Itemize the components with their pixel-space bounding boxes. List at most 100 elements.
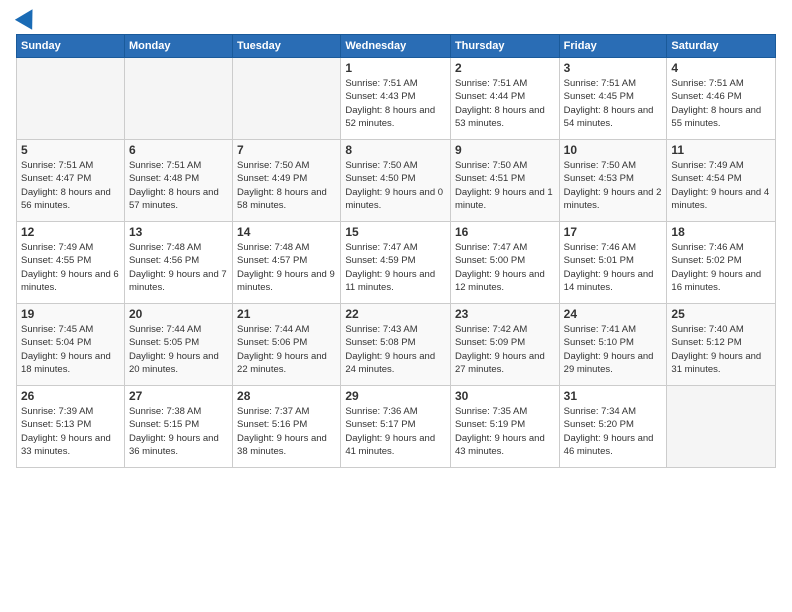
calendar-cell: 27 Sunrise: 7:38 AMSunset: 5:15 PMDayligh… (124, 386, 232, 468)
day-number: 19 (21, 307, 120, 321)
col-header-friday: Friday (559, 35, 667, 58)
day-info: Sunrise: 7:48 AMSunset: 4:56 PMDaylight:… (129, 241, 228, 294)
calendar-cell: 17Sunrise: 7:46 AMSunset: 5:01 PMDayligh… (559, 222, 667, 304)
day-info: Sunrise: 7:34 AMSunset: 5:20 PMDaylight:… (564, 405, 663, 458)
day-number: 16 (455, 225, 555, 239)
day-info: Sunrise: 7:40 AMSunset: 5:12 PMDaylight:… (671, 323, 771, 376)
day-number: 30 (455, 389, 555, 403)
calendar-cell: 19Sunrise: 7:45 AMSunset: 5:04 PMDayligh… (17, 304, 125, 386)
day-number: 12 (21, 225, 120, 239)
day-info: Sunrise: 7:35 AMSunset: 5:19 PMDaylight:… (455, 405, 555, 458)
calendar-cell: 29 Sunrise: 7:36 AMSunset: 5:17 PMDayligh… (341, 386, 451, 468)
col-header-tuesday: Tuesday (233, 35, 341, 58)
day-info: Sunrise: 7:43 AMSunset: 5:08 PMDaylight:… (345, 323, 446, 376)
day-info: Sunrise: 7:47 AMSunset: 4:59 PMDaylight:… (345, 241, 446, 294)
calendar-cell: 22 Sunrise: 7:43 AMSunset: 5:08 PMDayligh… (341, 304, 451, 386)
day-info: Sunrise: 7:47 AMSunset: 5:00 PMDaylight:… (455, 241, 555, 294)
calendar-cell (17, 58, 125, 140)
day-info: Sunrise: 7:50 AMSunset: 4:50 PMDaylight:… (345, 159, 446, 212)
day-number: 25 (671, 307, 771, 321)
col-header-sunday: Sunday (17, 35, 125, 58)
day-info: Sunrise: 7:38 AMSunset: 5:15 PMDaylight:… (129, 405, 228, 458)
calendar-cell: 4 Sunrise: 7:51 AMSunset: 4:46 PMDaylight… (667, 58, 776, 140)
col-header-thursday: Thursday (450, 35, 559, 58)
day-number: 14 (237, 225, 336, 239)
calendar-cell: 12Sunrise: 7:49 AMSunset: 4:55 PMDayligh… (17, 222, 125, 304)
day-number: 13 (129, 225, 228, 239)
calendar-cell: 14Sunrise: 7:48 AMSunset: 4:57 PMDayligh… (233, 222, 341, 304)
calendar-header-row: SundayMondayTuesdayWednesdayThursdayFrid… (17, 35, 776, 58)
calendar-cell: 7 Sunrise: 7:50 AMSunset: 4:49 PMDaylight… (233, 140, 341, 222)
calendar: SundayMondayTuesdayWednesdayThursdayFrid… (16, 34, 776, 468)
calendar-cell: 16 Sunrise: 7:47 AMSunset: 5:00 PMDayligh… (450, 222, 559, 304)
calendar-cell (667, 386, 776, 468)
day-number: 8 (345, 143, 446, 157)
day-info: Sunrise: 7:37 AMSunset: 5:16 PMDaylight:… (237, 405, 336, 458)
day-number: 31 (564, 389, 663, 403)
calendar-cell: 30 Sunrise: 7:35 AMSunset: 5:19 PMDayligh… (450, 386, 559, 468)
day-number: 2 (455, 61, 555, 75)
day-number: 10 (564, 143, 663, 157)
calendar-cell: 15 Sunrise: 7:47 AMSunset: 4:59 PMDayligh… (341, 222, 451, 304)
day-info: Sunrise: 7:51 AMSunset: 4:43 PMDaylight:… (345, 77, 446, 130)
day-info: Sunrise: 7:50 AMSunset: 4:51 PMDaylight:… (455, 159, 555, 212)
week-row-5: 26Sunrise: 7:39 AMSunset: 5:13 PMDayligh… (17, 386, 776, 468)
calendar-cell: 13 Sunrise: 7:48 AMSunset: 4:56 PMDayligh… (124, 222, 232, 304)
col-header-saturday: Saturday (667, 35, 776, 58)
week-row-2: 5 Sunrise: 7:51 AMSunset: 4:47 PMDaylight… (17, 140, 776, 222)
calendar-cell: 20 Sunrise: 7:44 AMSunset: 5:05 PMDayligh… (124, 304, 232, 386)
day-info: Sunrise: 7:39 AMSunset: 5:13 PMDaylight:… (21, 405, 120, 458)
calendar-cell: 23Sunrise: 7:42 AMSunset: 5:09 PMDayligh… (450, 304, 559, 386)
header (16, 12, 776, 26)
calendar-cell: 8 Sunrise: 7:50 AMSunset: 4:50 PMDaylight… (341, 140, 451, 222)
day-number: 29 (345, 389, 446, 403)
calendar-cell: 21Sunrise: 7:44 AMSunset: 5:06 PMDayligh… (233, 304, 341, 386)
day-info: Sunrise: 7:46 AMSunset: 5:01 PMDaylight:… (564, 241, 663, 294)
calendar-cell: 1 Sunrise: 7:51 AMSunset: 4:43 PMDaylight… (341, 58, 451, 140)
day-number: 28 (237, 389, 336, 403)
day-number: 4 (671, 61, 771, 75)
day-number: 24 (564, 307, 663, 321)
day-number: 22 (345, 307, 446, 321)
day-number: 5 (21, 143, 120, 157)
calendar-cell: 6 Sunrise: 7:51 AMSunset: 4:48 PMDaylight… (124, 140, 232, 222)
calendar-cell: 10Sunrise: 7:50 AMSunset: 4:53 PMDayligh… (559, 140, 667, 222)
day-number: 7 (237, 143, 336, 157)
day-info: Sunrise: 7:51 AMSunset: 4:45 PMDaylight:… (564, 77, 663, 130)
day-info: Sunrise: 7:46 AMSunset: 5:02 PMDaylight:… (671, 241, 771, 294)
day-info: Sunrise: 7:51 AMSunset: 4:48 PMDaylight:… (129, 159, 228, 212)
day-number: 6 (129, 143, 228, 157)
day-info: Sunrise: 7:44 AMSunset: 5:05 PMDaylight:… (129, 323, 228, 376)
day-number: 27 (129, 389, 228, 403)
day-info: Sunrise: 7:50 AMSunset: 4:49 PMDaylight:… (237, 159, 336, 212)
calendar-cell: 2Sunrise: 7:51 AMSunset: 4:44 PMDaylight… (450, 58, 559, 140)
calendar-cell: 5 Sunrise: 7:51 AMSunset: 4:47 PMDaylight… (17, 140, 125, 222)
calendar-cell: 24 Sunrise: 7:41 AMSunset: 5:10 PMDayligh… (559, 304, 667, 386)
logo (16, 12, 38, 26)
calendar-cell: 3 Sunrise: 7:51 AMSunset: 4:45 PMDaylight… (559, 58, 667, 140)
day-number: 18 (671, 225, 771, 239)
page: SundayMondayTuesdayWednesdayThursdayFrid… (0, 0, 792, 612)
day-number: 1 (345, 61, 446, 75)
day-number: 15 (345, 225, 446, 239)
week-row-1: 1 Sunrise: 7:51 AMSunset: 4:43 PMDaylight… (17, 58, 776, 140)
week-row-4: 19Sunrise: 7:45 AMSunset: 5:04 PMDayligh… (17, 304, 776, 386)
calendar-cell: 9Sunrise: 7:50 AMSunset: 4:51 PMDaylight… (450, 140, 559, 222)
calendar-cell (233, 58, 341, 140)
day-info: Sunrise: 7:36 AMSunset: 5:17 PMDaylight:… (345, 405, 446, 458)
col-header-wednesday: Wednesday (341, 35, 451, 58)
day-info: Sunrise: 7:41 AMSunset: 5:10 PMDaylight:… (564, 323, 663, 376)
day-info: Sunrise: 7:42 AMSunset: 5:09 PMDaylight:… (455, 323, 555, 376)
day-info: Sunrise: 7:51 AMSunset: 4:46 PMDaylight:… (671, 77, 771, 130)
calendar-cell (124, 58, 232, 140)
day-number: 3 (564, 61, 663, 75)
day-number: 20 (129, 307, 228, 321)
calendar-cell: 11Sunrise: 7:49 AMSunset: 4:54 PMDayligh… (667, 140, 776, 222)
calendar-cell: 31 Sunrise: 7:34 AMSunset: 5:20 PMDayligh… (559, 386, 667, 468)
day-info: Sunrise: 7:49 AMSunset: 4:54 PMDaylight:… (671, 159, 771, 212)
day-info: Sunrise: 7:51 AMSunset: 4:47 PMDaylight:… (21, 159, 120, 212)
logo-triangle-icon (15, 4, 41, 30)
day-number: 21 (237, 307, 336, 321)
calendar-cell: 18 Sunrise: 7:46 AMSunset: 5:02 PMDayligh… (667, 222, 776, 304)
col-header-monday: Monday (124, 35, 232, 58)
